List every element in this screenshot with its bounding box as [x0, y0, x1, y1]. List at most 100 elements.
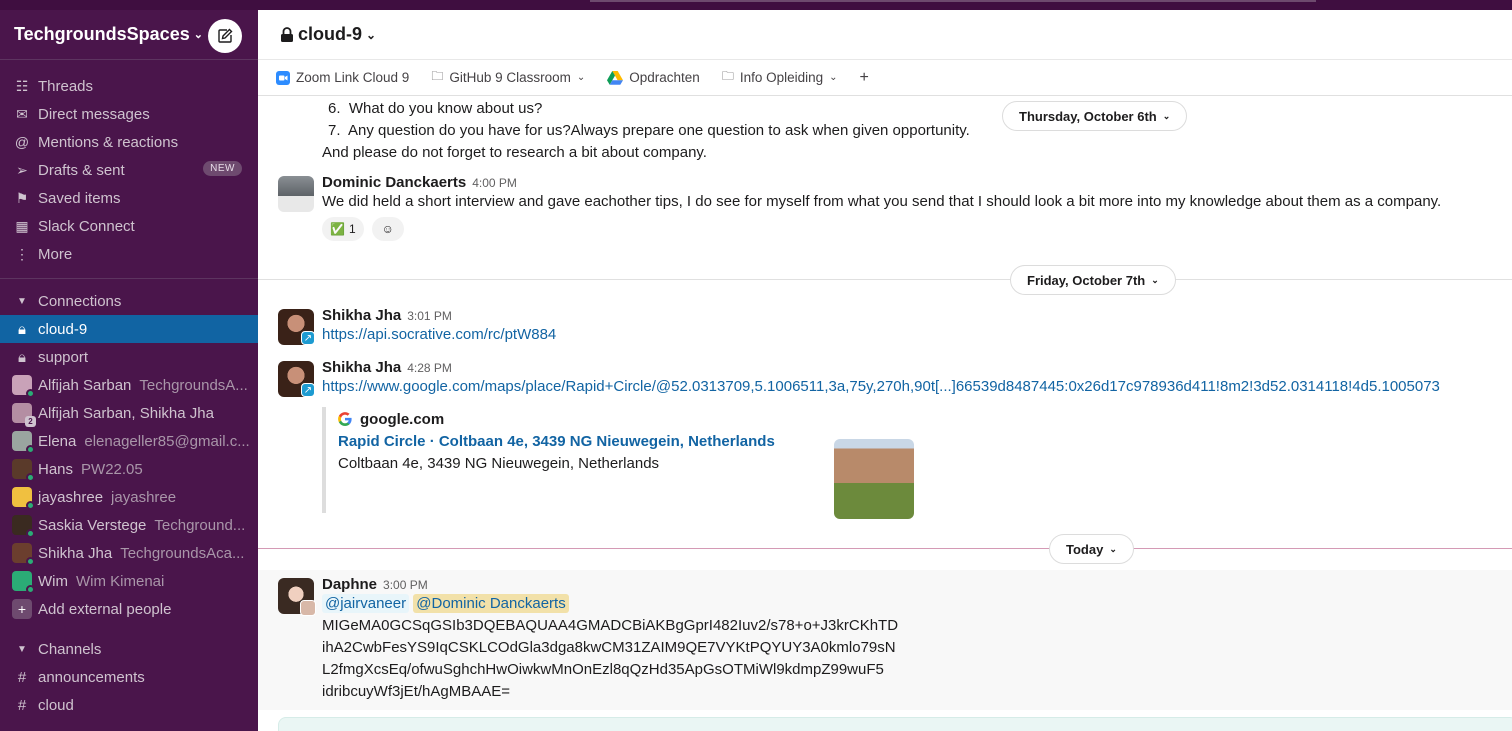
list-item: 6. What do you know about us? — [328, 100, 543, 117]
app-badge-icon: ↗ — [301, 331, 315, 345]
add-bookmark-button[interactable]: + — [860, 69, 869, 87]
dm-wim[interactable]: Wim Wim Kimenai — [0, 567, 258, 595]
chevron-down-icon: ⌄ — [1151, 274, 1159, 285]
link-preview: google.com Rapid Circle · Coltbaan 4e, 3… — [322, 407, 922, 519]
caret-down-icon: ▼ — [17, 643, 27, 655]
timestamp[interactable]: 3:00 PM — [383, 578, 428, 592]
preview-thumbnail[interactable] — [834, 439, 914, 519]
date-divider-thursday[interactable]: Thursday, October 6th ⌄ — [1002, 101, 1188, 131]
bookmark-zoom[interactable]: Zoom Link Cloud 9 — [276, 70, 409, 85]
chevron-down-icon: ⌄ — [366, 27, 377, 42]
send-icon: ➢ — [16, 161, 28, 178]
message-text: L2fmgXcsEq/ofwuSghchHwOiwkwMnOnEzl8qQzHd… — [322, 661, 884, 678]
nav-threads[interactable]: ☷ Threads — [0, 72, 258, 100]
chevron-down-icon: ⌄ — [576, 72, 586, 83]
channel-title-button[interactable]: cloud-9 ⌄ — [280, 24, 376, 45]
channel-announcements[interactable]: # announcements — [0, 663, 258, 691]
dm-hans[interactable]: Hans PW22.05 — [0, 455, 258, 483]
sender-name[interactable]: Daphne — [322, 576, 377, 593]
window-top-strip — [0, 0, 1512, 10]
dm-elena[interactable]: Elena elenageller85@gmail.c... — [0, 427, 258, 455]
workspace-header[interactable]: TechgroundsSpaces ⌄ — [0, 10, 258, 60]
preview-site[interactable]: google.com — [360, 411, 444, 428]
message-link[interactable]: https://api.socrative.com/rc/ptW884 — [322, 326, 556, 343]
user-mention[interactable]: @Dominic Danckaerts — [413, 594, 569, 613]
building-icon: ▦ — [15, 217, 29, 234]
channels-section-header[interactable]: ▼ Channels — [0, 635, 258, 663]
avatar — [12, 431, 35, 454]
preview-title[interactable]: Rapid Circle · Coltbaan 4e, 3439 NG Nieu… — [338, 433, 775, 450]
hash-icon: # — [17, 668, 27, 686]
avatar[interactable] — [278, 176, 314, 212]
channel-cloud[interactable]: # cloud — [0, 691, 258, 719]
channel-cloud-9[interactable]: 🔒︎ cloud-9 — [0, 315, 258, 343]
google-drive-icon — [607, 70, 624, 85]
channel-support[interactable]: 🔒︎ support — [0, 343, 258, 371]
chevron-down-icon: ⌄ — [193, 29, 203, 41]
new-badge: NEW — [203, 161, 242, 176]
compose-icon — [218, 28, 233, 43]
message-list: 6. What do you know about us? 7. Any que… — [258, 97, 1512, 731]
avatar — [12, 515, 35, 538]
message-text: ihA2CwbFesYS9IqCSKLCOdGla3dga8kwCM31ZAIM… — [322, 639, 896, 656]
sender-name[interactable]: Shikha Jha — [322, 359, 401, 376]
bookmark-info-opleiding[interactable]: 🗀 Info Opleiding ⌄ — [722, 67, 838, 88]
avatar — [300, 600, 316, 616]
timestamp[interactable]: 3:01 PM — [407, 309, 452, 323]
timestamp[interactable]: 4:28 PM — [407, 361, 452, 375]
compose-button[interactable] — [208, 19, 242, 53]
date-divider-today[interactable]: Today ⌄ — [1049, 534, 1134, 564]
bookmark-opdrachten[interactable]: Opdrachten — [607, 70, 700, 85]
add-external-people[interactable]: + Add external people — [0, 595, 258, 623]
chevron-down-icon: ⌄ — [829, 72, 838, 83]
add-reaction-button[interactable]: ☺ — [371, 217, 404, 241]
dm-alfijah-sarban[interactable]: Alfijah Sarban TechgroundsA... — [0, 371, 258, 399]
channel-header: cloud-9 ⌄ — [258, 10, 1512, 60]
message-composer[interactable] — [278, 717, 1512, 731]
timestamp[interactable]: 4:00 PM — [472, 176, 517, 190]
user-mention[interactable]: @jairvaneer — [322, 594, 410, 613]
channel-name: cloud-9 — [298, 24, 363, 44]
workspace-name-button[interactable]: TechgroundsSpaces ⌄ — [14, 24, 203, 45]
bookmarks-bar: Zoom Link Cloud 9 🗀 GitHub 9 Classroom ⌄… — [258, 60, 1512, 96]
sender-name[interactable]: Dominic Danckaerts — [322, 174, 466, 191]
message-text: MIGeMA0GCSqGSIb3DQEBAQUAA4GMADCBiAKBgGpr… — [322, 617, 899, 634]
message-text: idribcuyWf3jEt/hAgMBAAE= — [322, 683, 510, 700]
nav-direct-messages[interactable]: ✉ Direct messages — [0, 100, 258, 128]
dm-jayashree[interactable]: jayashree jayashree — [0, 483, 258, 511]
caret-down-icon: ▼ — [17, 295, 27, 307]
sender-name[interactable]: Shikha Jha — [322, 307, 401, 324]
reaction-check[interactable]: ✅ 1 — [322, 217, 364, 241]
threads-icon: ☷ — [15, 77, 29, 94]
dm-group-alfijah-shikha[interactable]: 2 Alfijah Sarban, Shikha Jha — [0, 399, 258, 427]
emoji-add-icon: ☺ — [381, 222, 394, 236]
workspace-name: TechgroundsSpaces — [14, 24, 190, 44]
dm-saskia-verstege[interactable]: Saskia Verstege Techground... — [0, 511, 258, 539]
avatar — [12, 375, 35, 398]
folder-icon: 🗀 — [431, 69, 444, 83]
plus-icon: + — [859, 68, 869, 86]
google-icon — [338, 412, 352, 426]
lock-icon: 🔒︎ — [18, 348, 26, 366]
zoom-icon — [276, 70, 290, 85]
nav-slack-connect[interactable]: ▦ Slack Connect — [0, 212, 258, 240]
avatar — [12, 459, 35, 482]
connections-section-header[interactable]: ▼ Connections — [0, 287, 258, 315]
bookmark-github-classroom[interactable]: 🗀 GitHub 9 Classroom ⌄ — [431, 67, 585, 88]
dm-shikha-jha[interactable]: Shikha Jha TechgroundsAca... — [0, 539, 258, 567]
app-badge-icon: ↗ — [301, 383, 315, 397]
nav-mentions[interactable]: @ Mentions & reactions — [0, 128, 258, 156]
bookmark-icon: ⚑ — [15, 189, 29, 206]
lock-icon: 🔒︎ — [18, 320, 26, 338]
hash-icon: # — [17, 696, 27, 714]
chevron-down-icon: ⌄ — [1109, 543, 1117, 554]
dm-icon: ✉ — [16, 105, 28, 122]
message-link[interactable]: https://www.google.com/maps/place/Rapid+… — [322, 378, 1440, 395]
nav-more[interactable]: ⋮ More — [0, 240, 258, 268]
nav-drafts[interactable]: ➢ Drafts & sent NEW — [0, 156, 258, 184]
plus-icon: + — [12, 599, 32, 619]
date-divider-friday[interactable]: Friday, October 7th ⌄ — [1010, 265, 1176, 295]
lock-icon — [281, 26, 293, 42]
nav-saved-items[interactable]: ⚑ Saved items — [0, 184, 258, 212]
message-text: And please do not forget to research a b… — [322, 144, 707, 161]
